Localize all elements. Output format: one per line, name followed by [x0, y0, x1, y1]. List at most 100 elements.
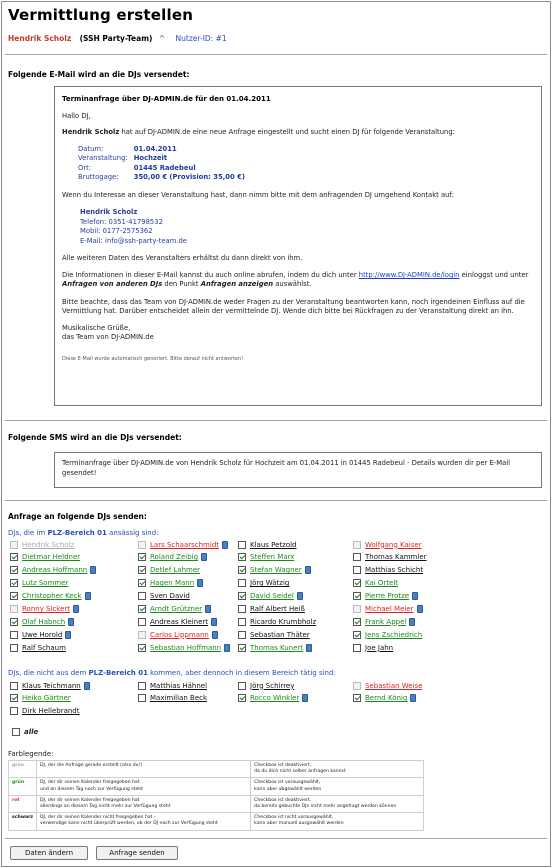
dj-name-link[interactable]: David Seidel: [250, 592, 294, 600]
dj-item[interactable]: Sven David: [138, 591, 190, 602]
dj-name-link[interactable]: Dietmar Heldner: [22, 553, 80, 561]
calendar-icon[interactable]: [83, 681, 90, 690]
calendar-icon[interactable]: [211, 617, 218, 626]
calendar-icon[interactable]: [68, 617, 75, 626]
dj-item[interactable]: Christopher Keck: [10, 591, 91, 602]
dj-checkbox[interactable]: [238, 566, 246, 575]
dj-name-link[interactable]: Bernd König: [365, 694, 407, 702]
dj-checkbox[interactable]: [138, 566, 146, 575]
dj-item[interactable]: Thomas Kunert: [238, 642, 313, 653]
dj-name-link[interactable]: Stefan Wagner: [250, 566, 302, 574]
calendar-icon[interactable]: [224, 643, 231, 652]
dj-name-link[interactable]: Matthias Hähnel: [150, 682, 207, 690]
dj-item[interactable]: Roland Zeibig: [138, 552, 208, 563]
dj-name-link[interactable]: Jörg Schirrey: [250, 682, 294, 690]
dj-name-link[interactable]: Frank Appel: [365, 618, 406, 626]
dj-checkbox[interactable]: [238, 643, 246, 652]
dj-checkbox[interactable]: [10, 707, 18, 716]
dj-name-link[interactable]: Michael Meier: [365, 605, 414, 613]
dj-checkbox[interactable]: [10, 630, 18, 639]
dj-item[interactable]: Olaf Habnch: [10, 616, 75, 627]
send-request-button[interactable]: Anfrage senden: [96, 846, 178, 860]
caret-link[interactable]: ^: [159, 34, 165, 43]
calendar-icon[interactable]: [296, 592, 303, 601]
dj-name-link[interactable]: Lars Schaarschmidt: [150, 541, 219, 549]
dj-checkbox[interactable]: [353, 630, 361, 639]
dj-item[interactable]: Klaus Teichmann: [10, 680, 90, 691]
dj-checkbox[interactable]: [138, 617, 146, 626]
dj-item[interactable]: Ralf Schaum: [10, 642, 66, 653]
dj-checkbox[interactable]: [10, 681, 18, 690]
dj-item[interactable]: Joe Jahn: [353, 642, 393, 653]
select-all[interactable]: alle: [12, 728, 38, 736]
calendar-icon[interactable]: [306, 643, 313, 652]
calendar-icon[interactable]: [302, 694, 309, 703]
calendar-icon[interactable]: [201, 553, 208, 562]
dj-checkbox[interactable]: [238, 592, 246, 601]
dj-checkbox[interactable]: [353, 553, 361, 562]
dj-item[interactable]: Klaus Petzold: [238, 539, 297, 550]
dj-name-link[interactable]: Arndt Grützner: [150, 605, 202, 613]
dj-checkbox[interactable]: [353, 566, 361, 575]
dj-checkbox[interactable]: [10, 694, 18, 703]
calendar-icon[interactable]: [90, 566, 97, 575]
calendar-icon[interactable]: [222, 540, 229, 549]
dj-checkbox[interactable]: [238, 553, 246, 562]
dj-name-link[interactable]: Andreas Kleinert: [150, 618, 208, 626]
dj-name-link[interactable]: Ricardo Krumbholz: [250, 618, 316, 626]
calendar-icon[interactable]: [84, 592, 91, 601]
dj-checkbox[interactable]: [353, 617, 361, 626]
login-link[interactable]: http://www.DJ-ADMIN.de/login: [359, 271, 460, 279]
dj-item[interactable]: Andreas Hoffmann: [10, 565, 97, 576]
dj-item[interactable]: Sebastian Thäter: [238, 629, 310, 640]
calendar-icon[interactable]: [205, 605, 212, 613]
dj-item[interactable]: Bernd König: [353, 693, 417, 704]
calendar-icon[interactable]: [416, 605, 423, 613]
calendar-icon[interactable]: [410, 694, 417, 703]
dj-name-link[interactable]: Hendrik Scholz: [22, 541, 74, 549]
dj-name-link[interactable]: Sven David: [150, 592, 190, 600]
dj-name-link[interactable]: Heiko Gärtner: [22, 694, 71, 702]
dj-name-link[interactable]: Ralf Albert Heiß: [250, 605, 305, 613]
dj-name-link[interactable]: Andreas Hoffmann: [22, 566, 87, 574]
calendar-icon[interactable]: [412, 592, 419, 601]
dj-item[interactable]: Dietmar Heldner: [10, 552, 80, 563]
dj-checkbox[interactable]: [10, 566, 18, 575]
dj-item[interactable]: Ricardo Krumbholz: [238, 616, 316, 627]
dj-checkbox[interactable]: [10, 643, 18, 652]
dj-item[interactable]: Andreas Kleinert: [138, 616, 218, 627]
dj-name-link[interactable]: Ronny Sickert: [22, 605, 70, 613]
dj-checkbox[interactable]: [10, 617, 18, 626]
dj-name-link[interactable]: Olaf Habnch: [22, 618, 65, 626]
dj-checkbox[interactable]: [10, 579, 18, 588]
dj-item[interactable]: Sebastian Hoffmann: [138, 642, 231, 653]
dj-item[interactable]: Ralf Albert Heiß: [238, 604, 305, 615]
calendar-icon[interactable]: [73, 605, 80, 613]
dj-item[interactable]: Matthias Schicht: [353, 565, 423, 576]
dj-checkbox[interactable]: [238, 617, 246, 626]
dj-item[interactable]: Pierre Protze: [353, 591, 419, 602]
dj-item[interactable]: Matthias Hähnel: [138, 680, 207, 691]
dj-name-link[interactable]: Hagen Mann: [150, 579, 194, 587]
select-all-checkbox[interactable]: [12, 728, 20, 736]
dj-name-link[interactable]: Sebastian Thäter: [250, 631, 310, 639]
dj-name-link[interactable]: Matthias Schicht: [365, 566, 423, 574]
dj-checkbox[interactable]: [238, 579, 246, 588]
dj-name-link[interactable]: Rocco Winkler: [250, 694, 299, 702]
dj-name-link[interactable]: Detlef Lahmer: [150, 566, 200, 574]
calendar-icon[interactable]: [211, 630, 218, 639]
dj-name-link[interactable]: Dirk Hellebrandt: [22, 707, 80, 715]
dj-checkbox[interactable]: [10, 553, 18, 562]
dj-checkbox[interactable]: [138, 643, 146, 652]
dj-checkbox[interactable]: [138, 694, 146, 703]
dj-checkbox[interactable]: [238, 681, 246, 690]
dj-name-link[interactable]: Kai Ortelt: [365, 579, 398, 587]
dj-item[interactable]: Maximilian Beck: [138, 693, 207, 704]
dj-item[interactable]: Jörg Schirrey: [238, 680, 294, 691]
dj-item[interactable]: Heiko Gärtner: [10, 693, 71, 704]
dj-name-link[interactable]: Christopher Keck: [22, 592, 82, 600]
dj-name-link[interactable]: Roland Zeibig: [150, 553, 198, 561]
dj-checkbox[interactable]: [138, 592, 146, 601]
dj-name-link[interactable]: Maximilian Beck: [150, 694, 207, 702]
dj-checkbox[interactable]: [353, 694, 361, 703]
